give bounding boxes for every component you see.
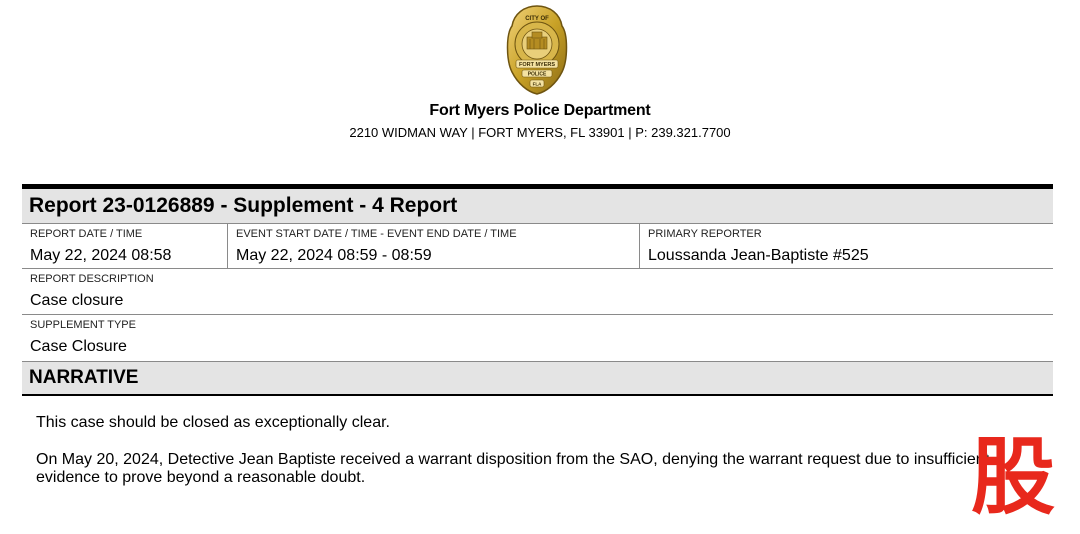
primary-reporter-value: Loussanda Jean-Baptiste #525	[648, 247, 869, 264]
watermark-glyph: 股	[970, 428, 1055, 526]
report-description-row: REPORT DESCRIPTION Case closure	[22, 269, 1053, 315]
department-address: 2210 WIDMAN WAY | FORT MYERS, FL 33901 |…	[349, 125, 731, 140]
event-date-cell: EVENT START DATE / TIME - EVENT END DATE…	[227, 224, 639, 268]
supplement-type-row: SUPPLEMENT TYPE Case Closure	[22, 315, 1053, 361]
primary-reporter-label: PRIMARY REPORTER	[648, 228, 762, 240]
narrative-header-bar: NARRATIVE	[22, 361, 1053, 396]
primary-reporter-cell: PRIMARY REPORTER Loussanda Jean-Baptiste…	[639, 224, 1053, 268]
report-title-bar: Report 23-0126889 - Supplement - 4 Repor…	[22, 184, 1053, 224]
narrative-paragraph: On May 20, 2024, Detective Jean Baptiste…	[36, 451, 990, 486]
report-date-value: May 22, 2024 08:58	[30, 247, 172, 264]
report-section: Report 23-0126889 - Supplement - 4 Repor…	[22, 184, 1053, 506]
narrative-paragraph: This case should be closed as exceptiona…	[36, 414, 390, 431]
report-description-cell: REPORT DESCRIPTION Case closure	[22, 269, 1053, 314]
supplement-type-cell: SUPPLEMENT TYPE Case Closure	[22, 315, 1053, 361]
badge-city-text: FORT MYERS	[519, 62, 555, 68]
report-dates-row: REPORT DATE / TIME May 22, 2024 08:58 EV…	[22, 224, 1053, 269]
department-name: Fort Myers Police Department	[429, 102, 651, 119]
event-date-label: EVENT START DATE / TIME - EVENT END DATE…	[236, 228, 517, 240]
report-description-value: Case closure	[30, 292, 124, 309]
report-date-cell: REPORT DATE / TIME May 22, 2024 08:58	[22, 224, 227, 268]
supplement-type-label: SUPPLEMENT TYPE	[30, 319, 136, 331]
narrative-title: NARRATIVE	[29, 367, 139, 388]
event-date-value: May 22, 2024 08:59 - 08:59	[236, 247, 432, 264]
badge-agency-text: POLICE	[528, 72, 547, 78]
police-badge-logo: CITY OF FORT MYERS POLICE FLA	[506, 5, 568, 95]
narrative-body: This case should be closed as exceptiona…	[22, 396, 1053, 487]
report-date-label: REPORT DATE / TIME	[30, 228, 143, 240]
supplement-type-value: Case Closure	[30, 338, 127, 355]
report-title: Report 23-0126889 - Supplement - 4 Repor…	[29, 194, 458, 217]
badge-top-text: CITY OF	[525, 16, 549, 22]
badge-state-text: FLA	[533, 82, 542, 87]
report-description-label: REPORT DESCRIPTION	[30, 273, 154, 285]
